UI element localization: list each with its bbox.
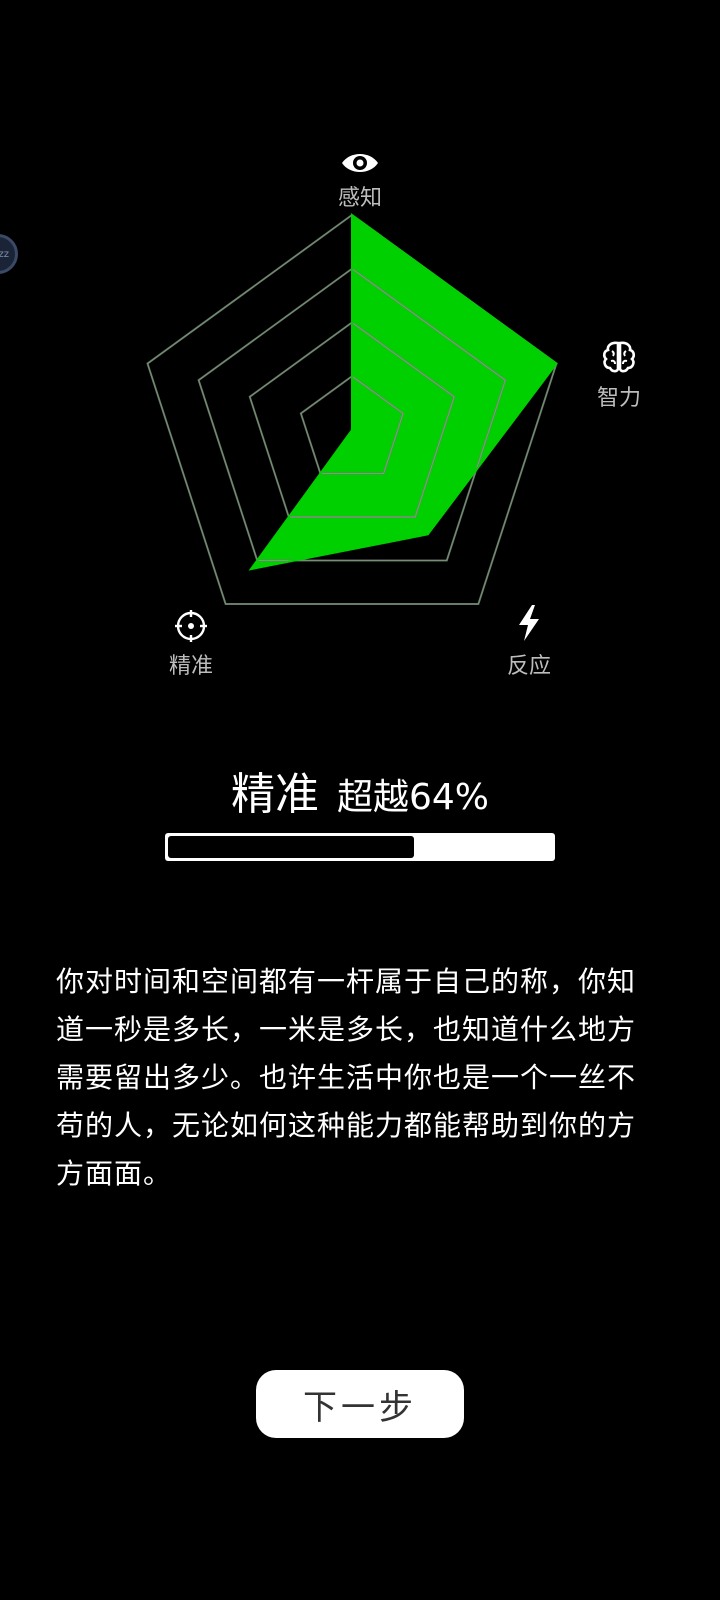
ability-radar-chart: 感知 智力 反应 精准 (0, 0, 720, 720)
axis-label-perception: 感知 (337, 186, 382, 211)
result-progress-bar (165, 833, 555, 861)
next-step-button[interactable]: 下一步 (256, 1370, 464, 1438)
lightning-icon (519, 605, 539, 641)
brain-icon (602, 341, 636, 373)
result-progress-fill (168, 836, 414, 858)
axis-label-precision: 精准 (168, 654, 213, 679)
crosshair-icon (175, 610, 207, 642)
result-ability-name: 精准 (230, 769, 319, 820)
result-description: 你对时间和空间都有一杆属于自己的称，你知道一秒是多长，一米是多长，也知道什么地方… (56, 965, 637, 1190)
result-percent-text: 超越64% (336, 777, 490, 818)
axis-label-reaction: 反应 (506, 654, 551, 679)
eye-icon (342, 154, 378, 172)
axis-label-intelligence: 智力 (596, 386, 641, 411)
result-heading: 精准 超越64% (0, 758, 720, 822)
